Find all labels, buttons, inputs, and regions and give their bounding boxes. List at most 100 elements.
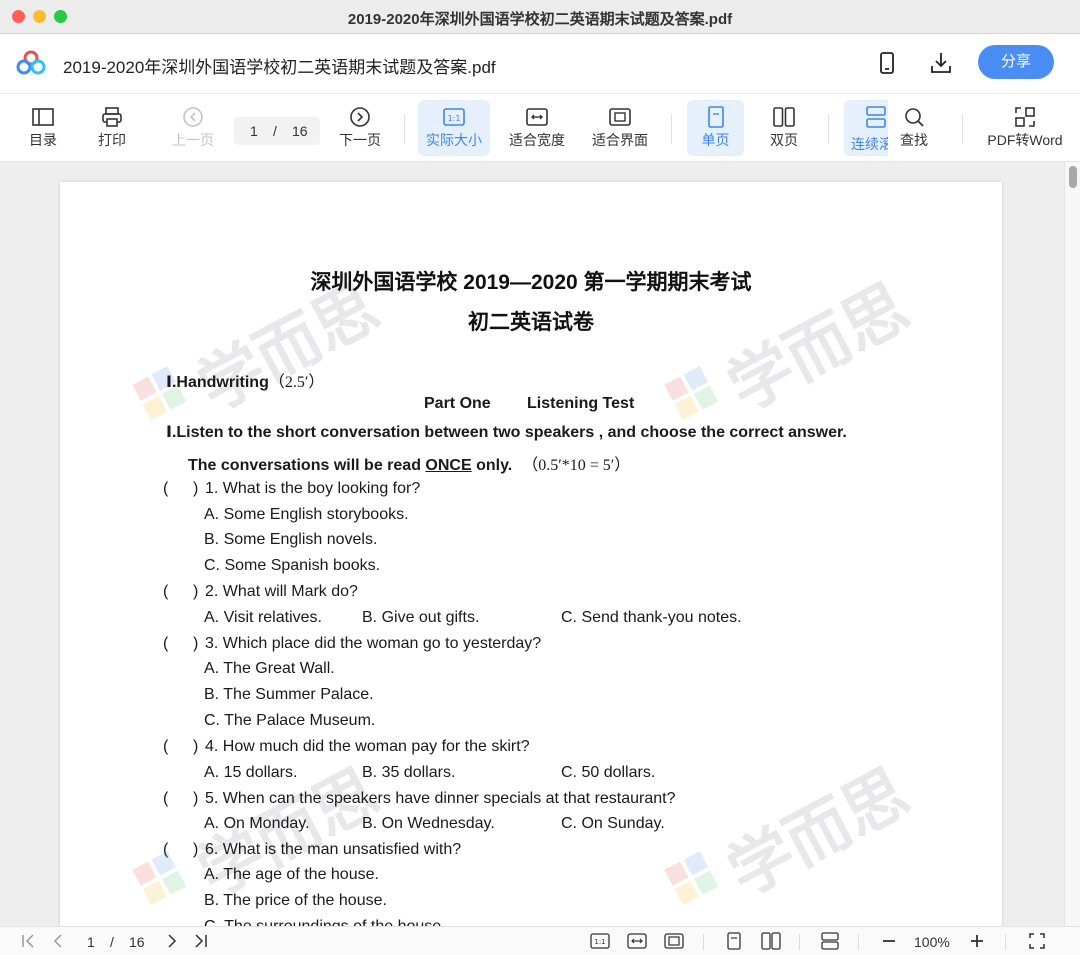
- actual-size-icon: 1:1: [443, 108, 465, 126]
- bottom-status-bar: 1 / 16 1:1 100%: [0, 926, 1080, 955]
- single-page-icon[interactable]: [724, 932, 744, 950]
- pdf-page: 学而思 学而思 学而思 学而思 深圳外国语学校 2019—2020 第一学期期末…: [60, 182, 1002, 926]
- mobile-icon[interactable]: [874, 50, 900, 76]
- answer-paren-close: ): [193, 635, 199, 652]
- toolbar-divider: [404, 114, 405, 144]
- next-page-button[interactable]: 下一页: [335, 100, 385, 156]
- baidu-netdisk-logo-icon: [16, 50, 46, 75]
- option-2b: B. Give out gifts.: [362, 609, 480, 626]
- print-button[interactable]: 打印: [89, 100, 135, 156]
- first-page-icon[interactable]: [20, 932, 38, 950]
- instruction-score: （0.5′*10 = 5′）: [522, 457, 631, 474]
- question-3: 3. Which place did the woman go to yeste…: [205, 635, 542, 652]
- answer-paren-open: (: [163, 635, 169, 652]
- single-page-label: 单页: [701, 132, 730, 148]
- double-page-icon: [773, 107, 795, 127]
- app-header: 2019-2020年深圳外国语学校初二英语期末试题及答案.pdf 分享: [0, 34, 1080, 94]
- file-name: 2019-2020年深圳外国语学校初二英语期末试题及答案.pdf: [63, 58, 496, 77]
- toolbar-divider: [962, 114, 963, 144]
- instruction-text-b: only.: [471, 457, 513, 474]
- prev-page-label: 上一页: [172, 132, 214, 148]
- next-page-icon[interactable]: [163, 932, 181, 950]
- option-6c: C. The surroundings of the house.: [204, 918, 446, 926]
- document-viewer[interactable]: 学而思 学而思 学而思 学而思 深圳外国语学校 2019—2020 第一学期期末…: [0, 162, 1064, 926]
- prev-page-icon[interactable]: [49, 932, 67, 950]
- answer-paren-close: ): [193, 583, 199, 600]
- toc-button[interactable]: 目录: [20, 100, 66, 156]
- window-title: 2019-2020年深圳外国语学校初二英语期末试题及答案.pdf: [347, 11, 733, 28]
- bottom-page-current[interactable]: 1: [87, 934, 95, 950]
- page-current-input[interactable]: 1: [250, 123, 258, 139]
- option-5b: B. On Wednesday.: [362, 815, 495, 832]
- fit-page-button[interactable]: 适合界面: [588, 100, 652, 156]
- listening-test-heading: Listening Test: [527, 395, 635, 412]
- answer-paren-open: (: [163, 790, 169, 807]
- viewer-toolbar: 目录 打印 上一页 1 / 16 下一页 1:1 实际大小 适合宽度 适合界面 …: [0, 94, 1080, 162]
- option-4b: B. 35 dollars.: [362, 764, 456, 781]
- continuous-scroll-icon[interactable]: [820, 932, 840, 950]
- exam-title: 深圳外国语学校 2019—2020 第一学期期末考试: [310, 271, 752, 294]
- page-total: 16: [292, 123, 308, 139]
- actual-size-button[interactable]: 1:1 实际大小: [418, 100, 490, 156]
- fit-width-icon[interactable]: [627, 932, 647, 950]
- download-icon[interactable]: [928, 50, 954, 76]
- scrollbar-thumb[interactable]: [1069, 166, 1077, 188]
- chevron-left-circle-icon: [183, 107, 203, 127]
- section-handwriting-score: （2.5′）: [268, 374, 325, 391]
- option-1b: B. Some English novels.: [204, 531, 378, 548]
- answer-paren-open: (: [163, 583, 169, 600]
- double-page-icon[interactable]: [761, 932, 781, 950]
- section-handwriting-label: Ⅰ.Handwriting: [166, 374, 269, 391]
- vertical-scrollbar[interactable]: [1064, 162, 1080, 926]
- fullscreen-icon[interactable]: [1028, 932, 1046, 950]
- question-2: 2. What will Mark do?: [205, 583, 358, 600]
- part-one-heading: Part One: [424, 395, 491, 412]
- option-3c: C. The Palace Museum.: [204, 712, 376, 729]
- fit-page-icon[interactable]: [664, 932, 684, 950]
- option-6a: A. The age of the house.: [204, 866, 379, 883]
- share-button[interactable]: 分享: [978, 45, 1054, 79]
- zoom-out-icon[interactable]: [880, 932, 898, 950]
- single-page-icon: [707, 106, 724, 128]
- single-page-button[interactable]: 单页: [687, 100, 744, 156]
- actual-size-icon[interactable]: 1:1: [590, 932, 610, 950]
- page-number-box[interactable]: 1 / 16: [234, 117, 320, 145]
- print-label: 打印: [98, 132, 126, 148]
- option-3a: A. The Great Wall.: [204, 660, 335, 677]
- answer-paren-open: (: [163, 480, 169, 497]
- svg-text:1:1: 1:1: [448, 114, 461, 123]
- convert-icon: [1015, 107, 1035, 127]
- double-page-button[interactable]: 双页: [760, 100, 808, 156]
- option-2a: A. Visit relatives.: [204, 609, 322, 626]
- next-page-label: 下一页: [339, 132, 381, 148]
- answer-paren-close: ): [193, 738, 199, 755]
- instruction-text-a: The conversations will be read: [188, 457, 426, 474]
- zoom-in-icon[interactable]: [968, 932, 986, 950]
- fit-width-button[interactable]: 适合宽度: [505, 100, 569, 156]
- answer-paren-close: ): [193, 841, 199, 858]
- watermark-logo-icon: [664, 364, 724, 424]
- toc-label: 目录: [29, 132, 57, 148]
- pdf-to-word-button[interactable]: PDF转Word: [982, 100, 1068, 156]
- watermark-text: 学而思: [716, 755, 921, 912]
- option-4a: A. 15 dollars.: [204, 764, 298, 781]
- option-5a: A. On Monday.: [204, 815, 310, 832]
- question-6: 6. What is the man unsatisfied with?: [205, 841, 462, 858]
- bottom-page-separator: /: [110, 934, 114, 950]
- toolbar-divider: [671, 114, 672, 144]
- page-separator: /: [273, 123, 277, 139]
- question-5: 5. When can the speakers have dinner spe…: [205, 790, 676, 807]
- instruction-line-1: Ⅰ.Listen to the short conversation betwe…: [166, 424, 847, 441]
- bottom-divider: [1005, 934, 1006, 950]
- find-button[interactable]: 查找: [892, 100, 936, 156]
- instruction-once: ONCE: [425, 457, 472, 474]
- last-page-icon[interactable]: [192, 932, 210, 950]
- option-2c: C. Send thank-you notes.: [561, 609, 742, 626]
- option-4c: C. 50 dollars.: [561, 764, 656, 781]
- option-1a: A. Some English storybooks.: [204, 506, 409, 523]
- fit-width-icon: [526, 108, 548, 126]
- bottom-divider: [703, 934, 704, 950]
- prev-page-button[interactable]: 上一页: [168, 100, 218, 156]
- continuous-scroll-button[interactable]: 连续滚: [844, 100, 888, 156]
- answer-paren-close: ): [193, 480, 199, 497]
